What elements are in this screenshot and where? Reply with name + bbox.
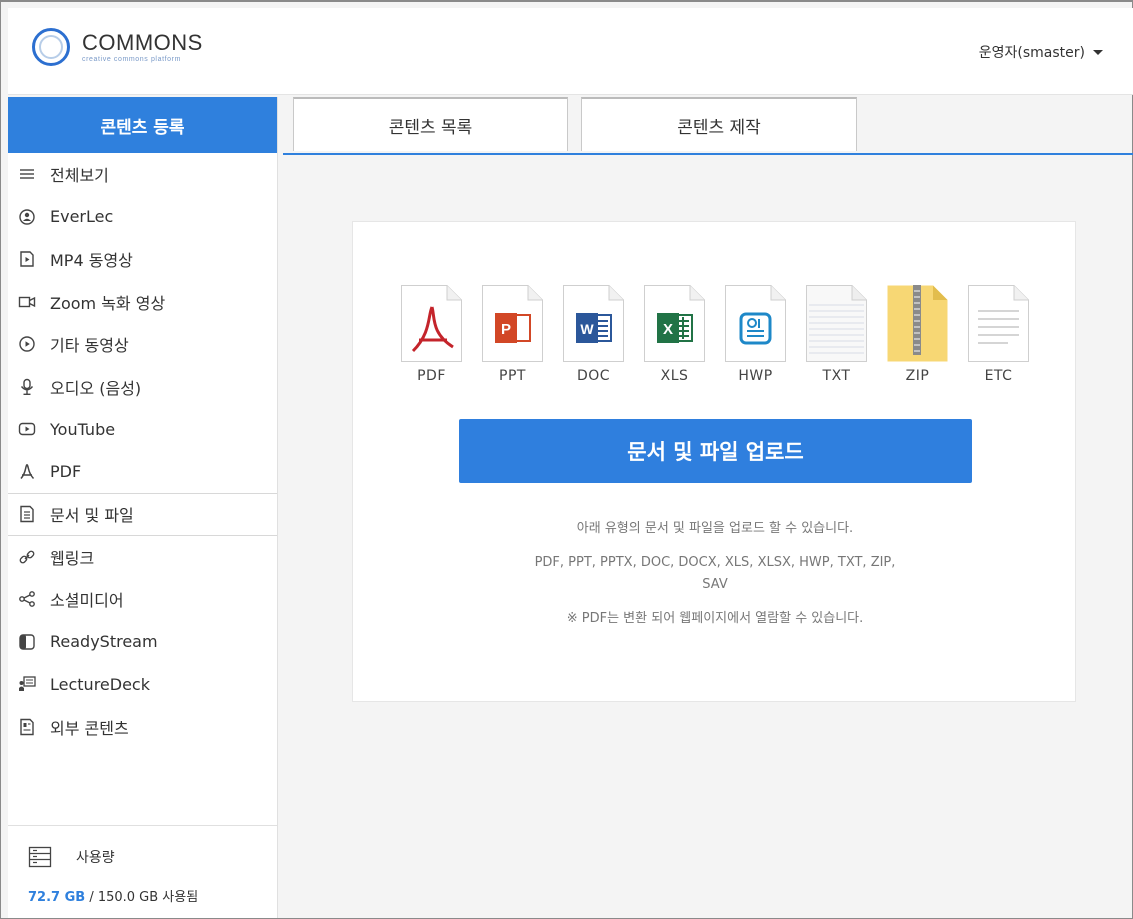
sidebar-item-label: EverLec	[50, 207, 114, 227]
sidebar-item-other-video[interactable]: 기타 동영상	[8, 323, 277, 366]
supported-formats-text: PDF, PPT, PPTX, DOC, DOCX, XLS, XLSX, HW…	[534, 555, 896, 570]
sidebar-item-everlec[interactable]: EverLec	[8, 196, 277, 239]
hwp-file-icon	[725, 285, 786, 362]
file-type-doc: W DOC	[563, 285, 624, 384]
svg-text:X: X	[663, 321, 673, 338]
sidebar-menu: 전체보기 EverLec MP4 동영상 Zoom 녹화 영상 기타 동영상 오…	[8, 153, 277, 748]
sidebar-item-label: MP4 동영상	[50, 251, 133, 271]
usage-total: / 150.0 GB 사용됨	[85, 890, 199, 905]
top-header: COMMONS creative commons platform 운영자(sm…	[8, 8, 1133, 95]
sidebar-item-mp4[interactable]: MP4 동영상	[8, 238, 277, 281]
sidebar-item-all[interactable]: 전체보기	[8, 153, 277, 196]
document-icon	[20, 506, 34, 523]
file-type-label: ZIP	[905, 368, 930, 384]
sidebar-item-youtube[interactable]: YouTube	[8, 408, 277, 451]
youtube-icon	[18, 423, 36, 436]
sidebar-item-lecturedeck[interactable]: LectureDeck	[8, 663, 277, 706]
generic-file-icon	[968, 285, 1029, 362]
sidebar-item-readystream[interactable]: ReadyStream	[8, 621, 277, 664]
usage-title: 사용량	[76, 850, 115, 866]
sidebar-item-label: 외부 콘텐츠	[50, 718, 129, 738]
everlec-icon	[19, 209, 35, 225]
usage-used: 72.7 GB	[28, 890, 86, 905]
video-camera-icon	[18, 296, 36, 307]
sidebar-item-documents[interactable]: 문서 및 파일	[8, 493, 277, 536]
file-type-label: HWP	[738, 368, 773, 384]
sidebar-item-audio[interactable]: 오디오 (음성)	[8, 366, 277, 409]
sidebar-item-zoom[interactable]: Zoom 녹화 영상	[8, 281, 277, 324]
svg-text:W: W	[580, 321, 594, 337]
upload-documents-button[interactable]: 문서 및 파일 업로드	[459, 419, 972, 483]
file-type-label: DOC	[576, 368, 611, 384]
mp4-file-icon	[20, 251, 34, 267]
upload-card: PDF P PPT W DOC X XLS HWP TXT ZIP ETC 문서…	[352, 221, 1076, 702]
external-content-icon	[20, 718, 34, 735]
upload-info-text: 아래 유형의 문서 및 파일을 업로드 할 수 있습니다.	[576, 521, 854, 536]
sidebar-item-label: Zoom 녹화 영상	[50, 293, 166, 313]
file-type-ppt: P PPT	[482, 285, 543, 384]
sidebar-item-label: PDF	[50, 462, 82, 482]
sidebar-item-label: 전체보기	[50, 166, 109, 186]
supported-formats-text-cont: SAV	[702, 577, 728, 592]
microphone-icon	[20, 378, 34, 395]
sidebar-item-weblink[interactable]: 웹링크	[8, 536, 277, 579]
file-type-label: PPT	[499, 368, 526, 384]
file-type-label: TXT	[822, 368, 851, 384]
share-icon	[19, 591, 35, 608]
user-name: 운영자(smaster)	[978, 45, 1085, 61]
file-type-list: PDF P PPT W DOC X XLS HWP TXT ZIP ETC	[401, 285, 1029, 384]
sidebar-item-pdf[interactable]: PDF	[8, 451, 277, 494]
file-type-txt: TXT	[806, 285, 867, 384]
sidebar-item-label: ReadyStream	[50, 632, 158, 652]
file-type-label: PDF	[417, 368, 446, 384]
sidebar-item-social[interactable]: 소셜미디어	[8, 578, 277, 621]
logo-name: COMMONS	[82, 29, 203, 55]
lecturedeck-icon	[19, 676, 36, 692]
sidebar-title[interactable]: 콘텐츠 등록	[8, 97, 277, 153]
list-icon	[20, 169, 34, 179]
sidebar-item-label: YouTube	[50, 419, 116, 439]
logo-ring-icon	[32, 28, 70, 66]
file-type-zip: ZIP	[887, 285, 948, 384]
file-type-hwp: HWP	[725, 285, 786, 384]
logo-tagline: creative commons platform	[82, 55, 182, 63]
doc-file-icon: W	[563, 285, 624, 362]
readystream-icon	[19, 634, 35, 650]
sidebar-item-label: 오디오 (음성)	[50, 378, 142, 398]
sidebar-item-label: LectureDeck	[50, 674, 150, 694]
sidebar-item-label: 소셜미디어	[50, 591, 124, 611]
svg-text:P: P	[501, 321, 511, 338]
sidebar: 콘텐츠 등록 전체보기 EverLec MP4 동영상 Zoom 녹화 영상 기…	[8, 97, 278, 918]
pdf-icon	[20, 463, 35, 479]
commons-logo[interactable]: COMMONS creative commons platform	[32, 22, 203, 72]
content-tabs: 콘텐츠 목록 콘텐츠 제작	[283, 97, 1133, 155]
caret-down-icon	[1093, 49, 1103, 55]
file-type-label: XLS	[660, 368, 689, 384]
link-icon	[19, 550, 35, 564]
storage-icon	[28, 846, 52, 868]
tab-content-create[interactable]: 콘텐츠 제작	[581, 97, 857, 151]
ppt-file-icon: P	[482, 285, 543, 362]
tab-content-list[interactable]: 콘텐츠 목록	[293, 97, 568, 151]
sidebar-item-label: 웹링크	[50, 548, 95, 568]
xls-file-icon: X	[644, 285, 705, 362]
sidebar-item-label: 문서 및 파일	[50, 506, 134, 526]
file-type-label: ETC	[984, 368, 1013, 384]
storage-usage: 사용량 72.7 GB / 150.0 GB 사용됨	[8, 825, 277, 918]
file-type-xls: X XLS	[644, 285, 705, 384]
pdf-file-icon	[401, 285, 462, 362]
file-type-pdf: PDF	[401, 285, 462, 384]
user-menu[interactable]: 운영자(smaster)	[979, 42, 1103, 62]
sidebar-item-external[interactable]: 외부 콘텐츠	[8, 706, 277, 749]
play-circle-icon	[19, 336, 35, 352]
sidebar-item-label: 기타 동영상	[50, 336, 129, 356]
pdf-conversion-note: ※ PDF는 변환 되어 웹페이지에서 열람할 수 있습니다.	[566, 611, 864, 626]
txt-file-icon	[806, 285, 867, 362]
usage-text: 72.7 GB / 150.0 GB 사용됨	[28, 886, 198, 905]
file-type-etc: ETC	[968, 285, 1029, 384]
zip-file-icon	[887, 285, 948, 362]
